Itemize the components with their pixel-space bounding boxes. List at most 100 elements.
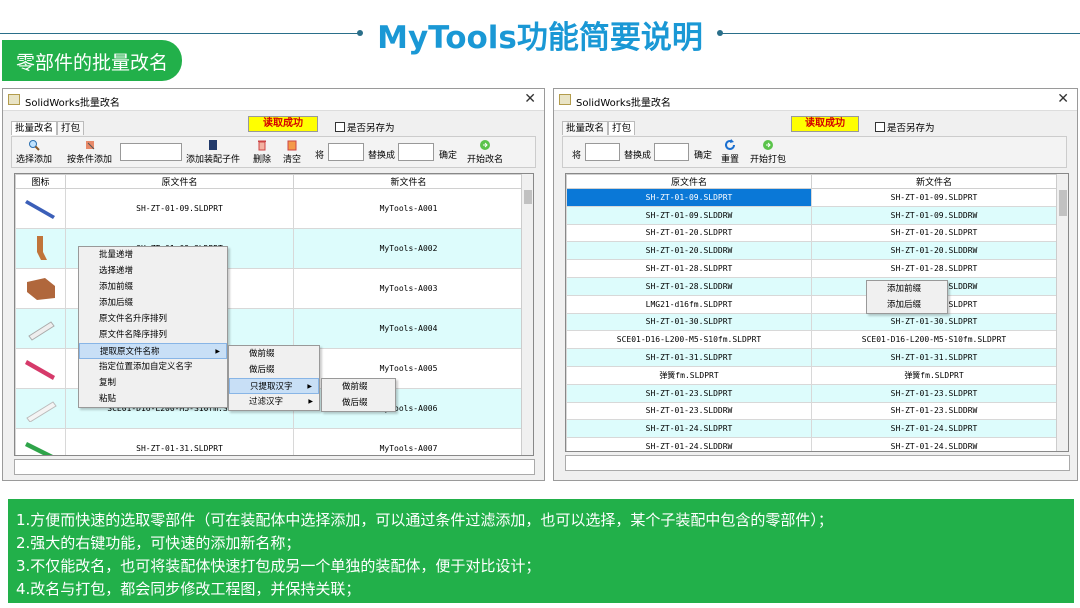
start-pack-button[interactable]: 开始打包 [750,139,786,165]
beam-part-icon [24,199,55,219]
refresh-icon [725,139,735,150]
delete-button[interactable]: 删除 [253,139,271,165]
scroll-thumb[interactable] [1059,190,1067,216]
replace-from-input[interactable] [328,143,364,161]
window-title: SolidWorks批量改名 [25,98,120,109]
table-row[interactable]: 弹簧fm.SLDPRT 弹簧fm.SLDPRT [566,365,1057,385]
tab-pack[interactable]: 打包 [57,121,85,135]
green-rod-part-icon [24,441,54,455]
add-assembly-children-button[interactable]: 添加装配子件 [186,139,240,165]
menu-item-sort-desc[interactable]: 原文件名降序排列 [79,327,227,343]
submenu-arrow-icon: ▶ [308,398,313,405]
tab-bar: 批量改名 打包 [11,121,85,135]
table-row[interactable]: SH-ZT-01-24.SLDPRT SH-ZT-01-24.SLDPRT [566,419,1057,439]
orig-name: SH-ZT-01-23.SLDPRT [566,383,812,403]
tab-pack[interactable]: 打包 [608,121,636,135]
col-orig-header[interactable]: 原文件名 [65,174,294,189]
orig-name: SH-ZT-01-24.SLDPRT [566,419,812,439]
save-as-label: 是否另存为 [347,123,395,134]
table-row[interactable]: SCE01-D16-L200-M5-S10fm.SLDPRT SCE01-D16-… [566,330,1057,350]
select-add-button[interactable]: 选择添加 [16,139,52,165]
section-tag: 零部件的批量改名 [2,40,182,81]
new-name: MyTools-A004 [293,308,524,349]
orig-name: SH-ZT-01-09.SLDDRW [566,205,812,225]
table-row[interactable]: SH-ZT-01-09.SLDPRT MyTools-A001 [15,188,524,229]
table-row[interactable]: SH-ZT-01-31.SLDPRT SH-ZT-01-31.SLDPRT [566,348,1057,367]
magnifier-icon [29,140,40,151]
go-icon [763,140,773,150]
reset-button[interactable]: 重置 [721,139,739,165]
menu-item-as-suffix[interactable]: 做后缀 [322,395,395,411]
confirm-button[interactable]: 确定 [439,148,457,161]
menu-item-batch-increment[interactable]: 批量递增 [79,247,227,263]
menu-item-filter-chinese[interactable]: 过滤汉字 ▶ [229,394,319,410]
menu-item-extract-name[interactable]: 提取原文件名称 ▶ [79,343,227,359]
replace-from-input[interactable] [585,143,620,161]
menu-item-sort-asc[interactable]: 原文件名升序排列 [79,311,227,327]
submenu-arrow-icon: ▶ [307,383,312,390]
menu-item-add-prefix[interactable]: 添加前缀 [867,281,947,297]
tab-rename[interactable]: 批量改名 [11,121,58,135]
table-row[interactable]: SH-ZT-01-23.SLDPRT SH-ZT-01-23.SLDPRT [566,383,1057,403]
orig-name: SH-ZT-01-20.SLDPRT [566,223,812,243]
table-row[interactable]: LMG21-d16fm.SLDPRTLMG21-d16fm.SLDPRT [566,294,1057,314]
menu-item-only-chinese[interactable]: 只提取汉字 ▶ [229,378,319,394]
save-as-checkbox[interactable]: 是否另存为 [335,120,395,134]
replace-to-input[interactable] [398,143,434,161]
col-icon-header[interactable]: 图标 [15,174,66,189]
menu-item-as-prefix[interactable]: 做前缀 [322,379,395,395]
table-row[interactable]: SH-ZT-01-09.SLDDRW SH-ZT-01-09.SLDDRW [566,205,1057,225]
menu-item-add-prefix[interactable]: 添加前缀 [79,279,227,295]
new-name: SH-ZT-01-31.SLDPRT [811,348,1057,367]
vertical-scrollbar[interactable] [1056,174,1068,451]
tab-rename[interactable]: 批量改名 [562,121,609,135]
condition-add-button[interactable]: 按条件添加 [67,139,112,165]
orig-name: 弹簧fm.SLDPRT [566,365,812,385]
menu-item-add-suffix[interactable]: 添加后缀 [867,297,947,313]
filter-icon [85,141,94,150]
clear-button[interactable]: 清空 [283,139,301,165]
condition-input[interactable] [120,143,182,161]
table-row[interactable]: SH-ZT-01-28.SLDPRT SH-ZT-01-28.SLDPRT [566,259,1057,278]
start-rename-button[interactable]: 开始改名 [467,139,503,165]
col-new-header[interactable]: 新文件名 [811,174,1057,189]
new-name: SH-ZT-01-23.SLDPRT [811,383,1057,403]
pack-table: 原文件名 新文件名 SH-ZT-01-09.SLDPRT SH-ZT-01-09.… [565,173,1069,452]
orig-name: SH-ZT-01-23.SLDDRW [566,401,812,421]
table-row[interactable]: SH-ZT-01-20.SLDPRT SH-ZT-01-20.SLDPRT [566,223,1057,243]
plate-part-icon [26,277,55,300]
bracket-part-icon [36,235,47,260]
table-row[interactable]: SH-ZT-01-20.SLDDRW SH-ZT-01-20.SLDDRW [566,241,1057,261]
toolbar: 选择添加 按条件添加 添加装配子件 删除 清空 将 替换成 确定 开始改名 [11,136,536,168]
close-icon[interactable]: ✕ [524,91,536,107]
table-row[interactable]: SH-ZT-01-09.SLDPRT SH-ZT-01-09.SLDPRT [566,188,1057,207]
table-row[interactable]: SH-ZT-01-23.SLDDRW SH-ZT-01-23.SLDDRW [566,401,1057,421]
menu-item-paste[interactable]: 粘贴 [79,391,227,407]
window-title: SolidWorks批量改名 [576,98,671,109]
new-name: SH-ZT-01-09.SLDDRW [811,205,1057,225]
confirm-button[interactable]: 确定 [694,148,712,161]
save-as-checkbox[interactable]: 是否另存为 [875,120,935,134]
close-icon[interactable]: ✕ [1057,91,1069,107]
menu-item-insert-custom[interactable]: 指定位置添加自定义名字 [79,359,227,375]
scroll-thumb[interactable] [524,190,532,204]
clear-icon [287,140,297,151]
col-orig-header[interactable]: 原文件名 [566,174,812,189]
menu-item-as-suffix[interactable]: 做后缀 [229,362,319,378]
menu-item-copy[interactable]: 复制 [79,375,227,391]
table-row[interactable]: SH-ZT-01-28.SLDDRWSH-ZT-01-28.SLDDRW [566,276,1057,296]
vertical-scrollbar[interactable] [521,174,533,455]
replace-to-input[interactable] [654,143,689,161]
table-row[interactable]: SH-ZT-01-24.SLDDRW SH-ZT-01-24.SLDDRW [566,437,1057,451]
toolbar: 将 替换成 确定 重置 开始打包 [562,136,1067,168]
menu-item-as-prefix[interactable]: 做前缀 [229,346,319,362]
part-thumbnail [15,268,66,309]
menu-item-select-increment[interactable]: 选择递增 [79,263,227,279]
submenu-chinese: 做前缀 做后缀 [321,378,396,412]
table-row[interactable]: SH-ZT-01-30.SLDPRT SH-ZT-01-30.SLDPRT [566,312,1057,332]
feature-line: 1.方便而快速的选取零部件（可在装配体中选择添加，可以通过条件过滤添加，也可以选… [16,511,833,529]
col-new-header[interactable]: 新文件名 [293,174,524,189]
menu-item-add-suffix[interactable]: 添加后缀 [79,295,227,311]
context-menu: 添加前缀 添加后缀 [866,280,948,314]
table-row[interactable]: SH-ZT-01-31.SLDPRT MyTools-A007 [15,428,524,455]
